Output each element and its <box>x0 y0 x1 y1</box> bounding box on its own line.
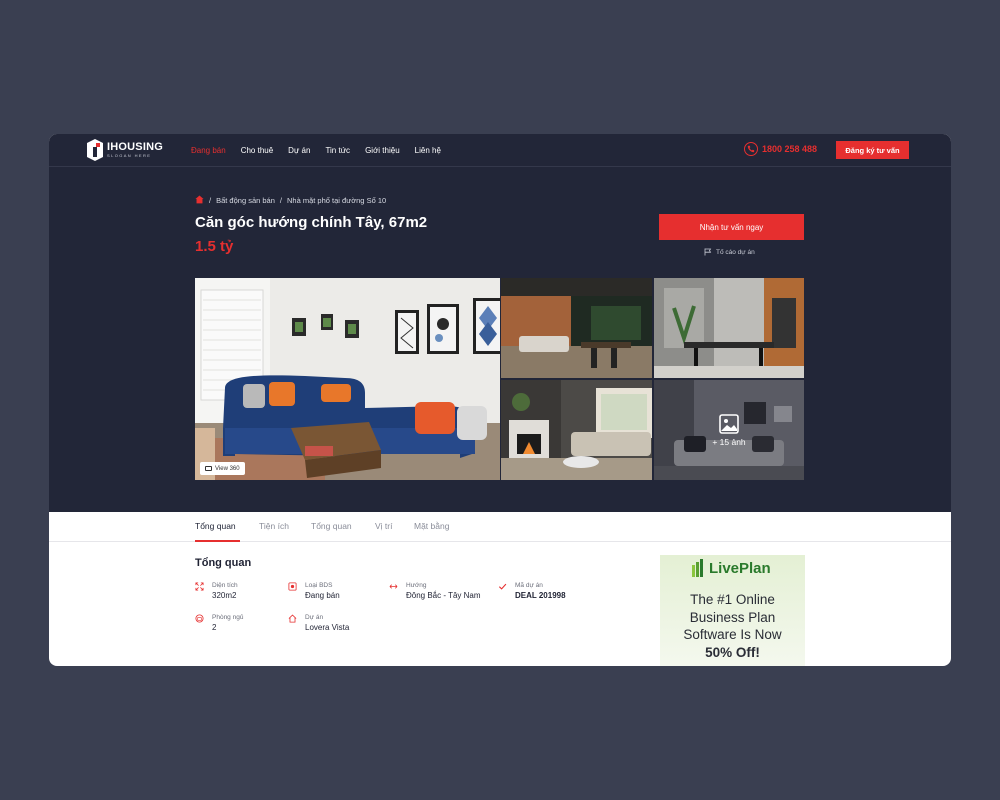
brand-logo[interactable]: IHOUSING SLOGAN HERE <box>87 138 163 162</box>
report-link[interactable]: Tố cáo dự án <box>704 248 755 256</box>
breadcrumb-separator: / <box>209 196 212 205</box>
gallery-photo-3[interactable] <box>654 278 804 378</box>
direction-icon <box>389 584 398 589</box>
nav-item-tin-tuc[interactable]: Tin tức <box>325 146 350 155</box>
fact-label: Hướng <box>406 582 427 589</box>
property-type-icon <box>288 582 297 591</box>
fact-property-type: Loại BDS Đang bán <box>288 581 340 601</box>
listing-page: IHOUSING SLOGAN HERE Đang bán Cho thuê D… <box>49 134 951 666</box>
liveplan-logo-icon <box>692 559 703 577</box>
liveplan-ad[interactable]: LivePlan The #1 Online Business Plan Sof… <box>660 555 805 666</box>
brand-name: IHOUSING <box>107 140 163 153</box>
tab-location[interactable]: Vị trí <box>375 521 392 531</box>
home-icon <box>288 614 297 623</box>
brand-slogan: SLOGAN HERE <box>107 152 152 158</box>
fact-label: Phòng ngủ <box>212 614 244 621</box>
phone-icon <box>744 142 758 156</box>
photo-gallery: View 360 + 15 ảnh <box>195 278 804 480</box>
hero-section: IHOUSING SLOGAN HERE Đang bán Cho thuê D… <box>49 134 951 512</box>
fact-label: Dự án <box>305 614 324 621</box>
ad-line-4: 50% Off! <box>705 645 760 660</box>
fact-value: Đang bán <box>305 591 340 600</box>
area-icon <box>195 582 204 591</box>
fact-area: Diện tích 320m2 <box>195 581 238 601</box>
overview-heading: Tổng quan <box>195 557 252 569</box>
more-photos-label: + 15 ảnh <box>712 436 746 447</box>
listing-price: 1.5 tỷ <box>195 238 234 255</box>
nav-item-cho-thue[interactable]: Cho thuê <box>241 146 273 155</box>
ad-brand: LivePlan <box>709 559 771 577</box>
more-photos-overlay: + 15 ảnh <box>654 380 804 480</box>
gallery-photo-2[interactable] <box>501 278 652 378</box>
get-consultation-button[interactable]: Nhận tư vấn ngay <box>659 214 804 240</box>
bedroom-icon <box>195 614 204 623</box>
breadcrumb-item-current: Nhà mặt phố tại đường Số 10 <box>287 196 387 205</box>
fact-value: Đông Bắc - Tây Nam <box>406 591 481 600</box>
breadcrumb-item-category[interactable]: Bất động sản bán <box>216 196 275 205</box>
tab-overview-2[interactable]: Tổng quan <box>311 521 352 531</box>
home-icon[interactable] <box>195 195 204 206</box>
fact-label: Loại BDS <box>305 582 333 589</box>
section-tabs: Tổng quan Tiện ích Tổng quan Vị trí Mặt … <box>49 512 951 542</box>
fact-project-code: Mã dự án DEAL 201998 <box>498 581 566 601</box>
top-nav: IHOUSING SLOGAN HERE Đang bán Cho thuê D… <box>49 134 951 167</box>
fact-bedrooms: Phòng ngủ 2 <box>195 613 243 633</box>
tab-amenities[interactable]: Tiện ích <box>259 521 289 531</box>
ad-line-1: The #1 Online <box>690 592 775 607</box>
report-label: Tố cáo dự án <box>716 248 755 256</box>
breadcrumb: / Bất động sản bán / Nhà mặt phố tại đườ… <box>195 195 386 206</box>
hotline-number: 1800 258 488 <box>762 144 818 154</box>
nav-item-du-an[interactable]: Dự án <box>288 146 310 155</box>
fact-value: 2 <box>212 623 217 632</box>
fact-direction: Hướng Đông Bắc - Tây Nam <box>389 581 481 601</box>
tab-floor-plan[interactable]: Mặt bằng <box>414 521 449 531</box>
fact-label: Mã dự án <box>515 582 543 589</box>
register-consult-button[interactable]: Đăng ký tư vấn <box>836 141 909 159</box>
gallery-photo-4[interactable] <box>501 380 652 480</box>
breadcrumb-separator: / <box>279 196 282 205</box>
active-tab-indicator <box>195 540 240 542</box>
view-360-icon <box>205 466 212 471</box>
ad-line-2: Business Plan <box>689 610 776 625</box>
hotline[interactable]: 1800 258 488 <box>744 142 817 156</box>
image-icon <box>719 413 739 434</box>
check-icon <box>498 583 507 590</box>
nav-item-lien-he[interactable]: Liên hệ <box>415 146 441 155</box>
fact-project: Dự án Lovera Vista <box>288 613 349 633</box>
flag-icon <box>704 248 712 256</box>
liveplan-logo: LivePlan <box>692 559 771 577</box>
fact-value: 320m2 <box>212 591 237 600</box>
ad-line-3: Software Is Now <box>683 627 782 642</box>
nav-item-dang-ban[interactable]: Đang bán <box>191 146 226 155</box>
listing-title: Căn góc hướng chính Tây, 67m2 <box>195 214 428 231</box>
view-360-button[interactable]: View 360 <box>200 462 245 475</box>
tab-overview[interactable]: Tổng quan <box>195 521 236 531</box>
gallery-more-photos[interactable]: + 15 ảnh <box>654 380 804 480</box>
nav-item-gioi-thieu[interactable]: Giới thiệu <box>365 146 400 155</box>
fact-value: Lovera Vista <box>305 623 350 632</box>
view-360-label: View 360 <box>215 465 240 472</box>
gallery-photo-main[interactable]: View 360 <box>195 278 500 480</box>
main-menu: Đang bán Cho thuê Dự án Tin tức Giới thi… <box>191 134 456 167</box>
fact-label: Diện tích <box>212 582 238 589</box>
fact-value: DEAL 201998 <box>515 591 566 600</box>
logo-mark-icon <box>87 139 103 161</box>
